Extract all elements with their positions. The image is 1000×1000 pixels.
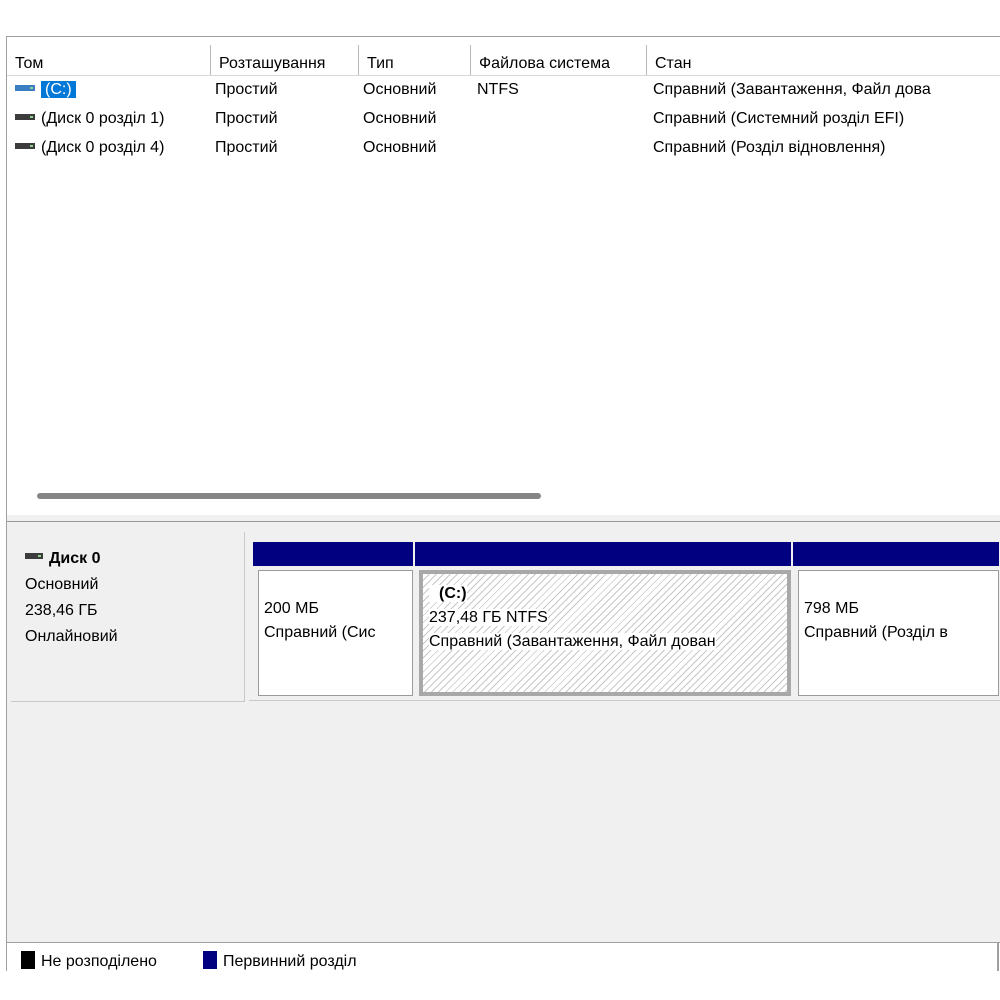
volume-list: Том Розташування Тип Файлова система Ста… xyxy=(7,37,1000,515)
disk-info-panel[interactable]: Диск 0 Основний 238,46 ГБ Онлайновий xyxy=(11,532,245,702)
volume-name-cell: (C:) xyxy=(15,75,211,104)
column-header-filesystem[interactable]: Файлова система xyxy=(471,45,647,75)
volume-type: Основний xyxy=(363,110,437,127)
partition-bar xyxy=(253,542,413,566)
volume-layout: Простий xyxy=(215,139,278,156)
volume-row[interactable]: (C:) Простий Основний NTFS Справний (Зав… xyxy=(7,75,1000,104)
volume-rows: (C:) Простий Основний NTFS Справний (Зав… xyxy=(7,75,1000,162)
volume-row[interactable]: (Диск 0 розділ 1) Простий Основний Справ… xyxy=(7,104,1000,133)
column-header-layout[interactable]: Розташування xyxy=(211,45,359,75)
partition-size: 237,48 ГБ NTFS xyxy=(429,609,548,626)
partition-status: Справний (Сис xyxy=(264,624,376,641)
partition-body: 798 МБ Справний (Розділ в xyxy=(798,570,999,696)
disk-icon xyxy=(25,552,43,559)
column-header-status[interactable]: Стан xyxy=(647,45,1000,75)
volume-name-cell: (Диск 0 розділ 4) xyxy=(15,133,211,162)
column-header-volume[interactable]: Том xyxy=(7,45,211,75)
partition-efi[interactable]: 200 МБ Справний (Сис xyxy=(253,542,413,700)
disk-management-window: Том Розташування Тип Файлова система Ста… xyxy=(6,36,1000,971)
volume-row[interactable]: (Диск 0 розділ 4) Простий Основний Справ… xyxy=(7,133,1000,162)
legend-unallocated: Не розподілено xyxy=(21,950,157,971)
volume-name: (C:) xyxy=(41,81,76,98)
volume-name: (Диск 0 розділ 4) xyxy=(41,139,165,156)
disk-name: Диск 0 xyxy=(49,550,101,567)
column-headers: Том Розташування Тип Файлова система Ста… xyxy=(7,45,1000,76)
partition-body: 200 МБ Справний (Сис xyxy=(258,570,413,696)
volume-status: Справний (Системний розділ EFI) xyxy=(653,110,905,127)
partition-label: (C:) xyxy=(429,585,467,602)
volume-status: Справний (Розділ відновлення) xyxy=(653,139,886,156)
drive-icon xyxy=(15,142,35,149)
partition-bar xyxy=(793,542,999,566)
pane-border xyxy=(997,942,999,971)
pane-splitter[interactable] xyxy=(7,515,1000,522)
volume-layout: Простий xyxy=(215,81,278,98)
legend-label: Первинний розділ xyxy=(223,953,357,970)
disk-type: Основний xyxy=(25,576,99,593)
volume-filesystem xyxy=(477,104,647,133)
drive-icon xyxy=(15,84,35,91)
disk-state: Онлайновий xyxy=(25,628,118,645)
volume-type: Основний xyxy=(363,139,437,156)
volume-status: Справний (Завантаження, Файл дова xyxy=(653,81,931,98)
volume-type: Основний xyxy=(363,81,437,98)
volume-filesystem xyxy=(477,133,647,162)
legend-swatch-unallocated xyxy=(21,950,35,969)
partition-body-selected: (C:) 237,48 ГБ NTFS Справний (Завантажен… xyxy=(419,570,791,696)
legend-label: Не розподілено xyxy=(41,953,157,970)
partition-map: 200 МБ Справний (Сис (C:) 237,48 ГБ NTFS… xyxy=(249,542,1000,701)
disk-size: 238,46 ГБ xyxy=(25,602,98,619)
partition-status: Справний (Завантаження, Файл дован xyxy=(429,633,716,650)
legend-swatch-primary xyxy=(203,950,217,969)
partition-c[interactable]: (C:) 237,48 ГБ NTFS Справний (Завантажен… xyxy=(415,542,791,700)
volume-filesystem: NTFS xyxy=(477,81,519,98)
partition-recovery[interactable]: 798 МБ Справний (Розділ в xyxy=(793,542,999,700)
volume-layout: Простий xyxy=(215,110,278,127)
volume-name: (Диск 0 розділ 1) xyxy=(41,110,165,127)
volume-name-cell: (Диск 0 розділ 1) xyxy=(15,104,211,133)
column-header-type[interactable]: Тип xyxy=(359,45,471,75)
partition-status: Справний (Розділ в xyxy=(804,624,948,641)
drive-icon xyxy=(15,113,35,120)
partition-bar xyxy=(415,542,791,566)
horizontal-scrollbar-thumb[interactable] xyxy=(37,493,541,499)
disk-graphical-view: Диск 0 Основний 238,46 ГБ Онлайновий 200… xyxy=(7,522,1000,942)
partition-size: 200 МБ xyxy=(264,600,319,617)
legend-primary-partition: Первинний розділ xyxy=(203,950,357,971)
legend-bar: Не розподілено Первинний розділ xyxy=(7,942,1000,971)
partition-size: 798 МБ xyxy=(804,600,859,617)
